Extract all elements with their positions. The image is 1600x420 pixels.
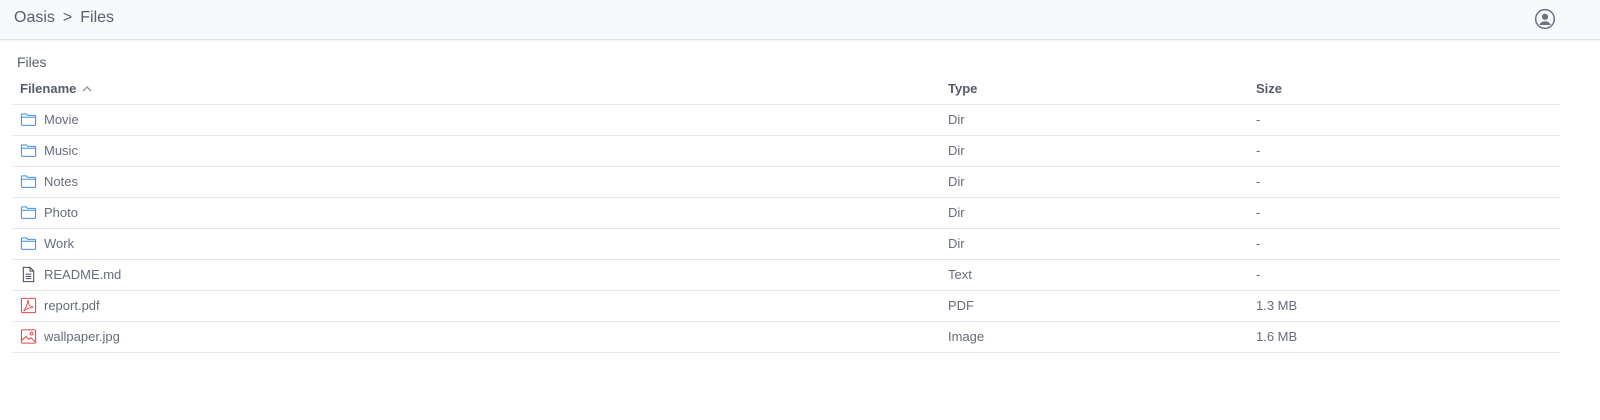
filename-cell: wallpaper.jpg	[13, 321, 946, 353]
file-link[interactable]: README.md	[20, 266, 946, 283]
column-header-type[interactable]: Type	[946, 74, 1254, 105]
filename-label: Music	[44, 143, 78, 158]
folder-icon	[20, 142, 37, 159]
file-link[interactable]: Photo	[20, 204, 946, 221]
pdf-file-icon	[20, 297, 37, 314]
section-title: Files	[17, 54, 47, 70]
type-cell: Dir	[946, 197, 1254, 229]
user-circle-icon	[1534, 8, 1556, 30]
size-cell: -	[1254, 104, 1560, 136]
filename-cell: Notes	[13, 166, 946, 198]
folder-icon	[20, 111, 37, 128]
filename-label: report.pdf	[44, 298, 100, 313]
files-table: Filename Type Size Movie Dir - Music Dir…	[13, 74, 1560, 353]
column-header-size[interactable]: Size	[1254, 74, 1560, 105]
folder-icon	[20, 204, 37, 221]
size-cell: -	[1254, 166, 1560, 198]
filename-cell: README.md	[13, 259, 946, 291]
type-cell: Dir	[946, 135, 1254, 167]
file-link[interactable]: Work	[20, 235, 946, 252]
size-cell: -	[1254, 135, 1560, 167]
breadcrumb-item-root[interactable]: Oasis	[14, 9, 55, 26]
sort-ascending-icon	[82, 85, 92, 92]
column-header-filename[interactable]: Filename	[13, 74, 946, 105]
type-cell: Image	[946, 321, 1254, 353]
breadcrumb-item-current: Files	[80, 9, 115, 26]
filename-cell: Movie	[13, 104, 946, 136]
type-cell: Dir	[946, 104, 1254, 136]
top-bar: Oasis > Files	[0, 0, 1600, 40]
filename-label: Notes	[44, 174, 78, 189]
file-link[interactable]: Movie	[20, 111, 946, 128]
type-cell: PDF	[946, 290, 1254, 322]
size-cell: -	[1254, 197, 1560, 229]
folder-icon	[20, 173, 37, 190]
folder-icon	[20, 235, 37, 252]
table-row[interactable]: Movie Dir -	[13, 104, 1560, 136]
filename-cell: Music	[13, 135, 946, 167]
size-cell: 1.6 MB	[1254, 321, 1560, 353]
table-header-row: Filename Type Size	[13, 74, 1560, 105]
table-row[interactable]: Notes Dir -	[13, 166, 1560, 198]
filename-label: Photo	[44, 205, 78, 220]
file-link[interactable]: wallpaper.jpg	[20, 328, 946, 345]
user-account-button[interactable]	[1534, 8, 1556, 30]
filename-cell: Photo	[13, 197, 946, 229]
table-row[interactable]: Music Dir -	[13, 135, 1560, 167]
table-row[interactable]: report.pdf PDF 1.3 MB	[13, 290, 1560, 322]
breadcrumb-separator: >	[62, 9, 73, 26]
filename-label: Movie	[44, 112, 79, 127]
size-cell: -	[1254, 228, 1560, 260]
filename-label: wallpaper.jpg	[44, 329, 120, 344]
table-row[interactable]: Work Dir -	[13, 228, 1560, 260]
type-cell: Dir	[946, 166, 1254, 198]
size-cell: 1.3 MB	[1254, 290, 1560, 322]
column-header-label: Filename	[20, 81, 77, 97]
filename-label: README.md	[44, 267, 122, 282]
file-link[interactable]: Notes	[20, 173, 946, 190]
filename-cell: Work	[13, 228, 946, 260]
file-link[interactable]: report.pdf	[20, 297, 946, 314]
text-file-icon	[20, 266, 37, 283]
table-row[interactable]: Photo Dir -	[13, 197, 1560, 229]
file-link[interactable]: Music	[20, 142, 946, 159]
table-row[interactable]: README.md Text -	[13, 259, 1560, 291]
image-file-icon	[20, 328, 37, 345]
table-row[interactable]: wallpaper.jpg Image 1.6 MB	[13, 321, 1560, 353]
filename-cell: report.pdf	[13, 290, 946, 322]
breadcrumb: Oasis > Files	[14, 9, 114, 27]
table-body: Movie Dir - Music Dir - Notes Dir - Phot…	[13, 104, 1560, 353]
size-cell: -	[1254, 259, 1560, 291]
type-cell: Dir	[946, 228, 1254, 260]
filename-label: Work	[44, 236, 75, 251]
type-cell: Text	[946, 259, 1254, 291]
